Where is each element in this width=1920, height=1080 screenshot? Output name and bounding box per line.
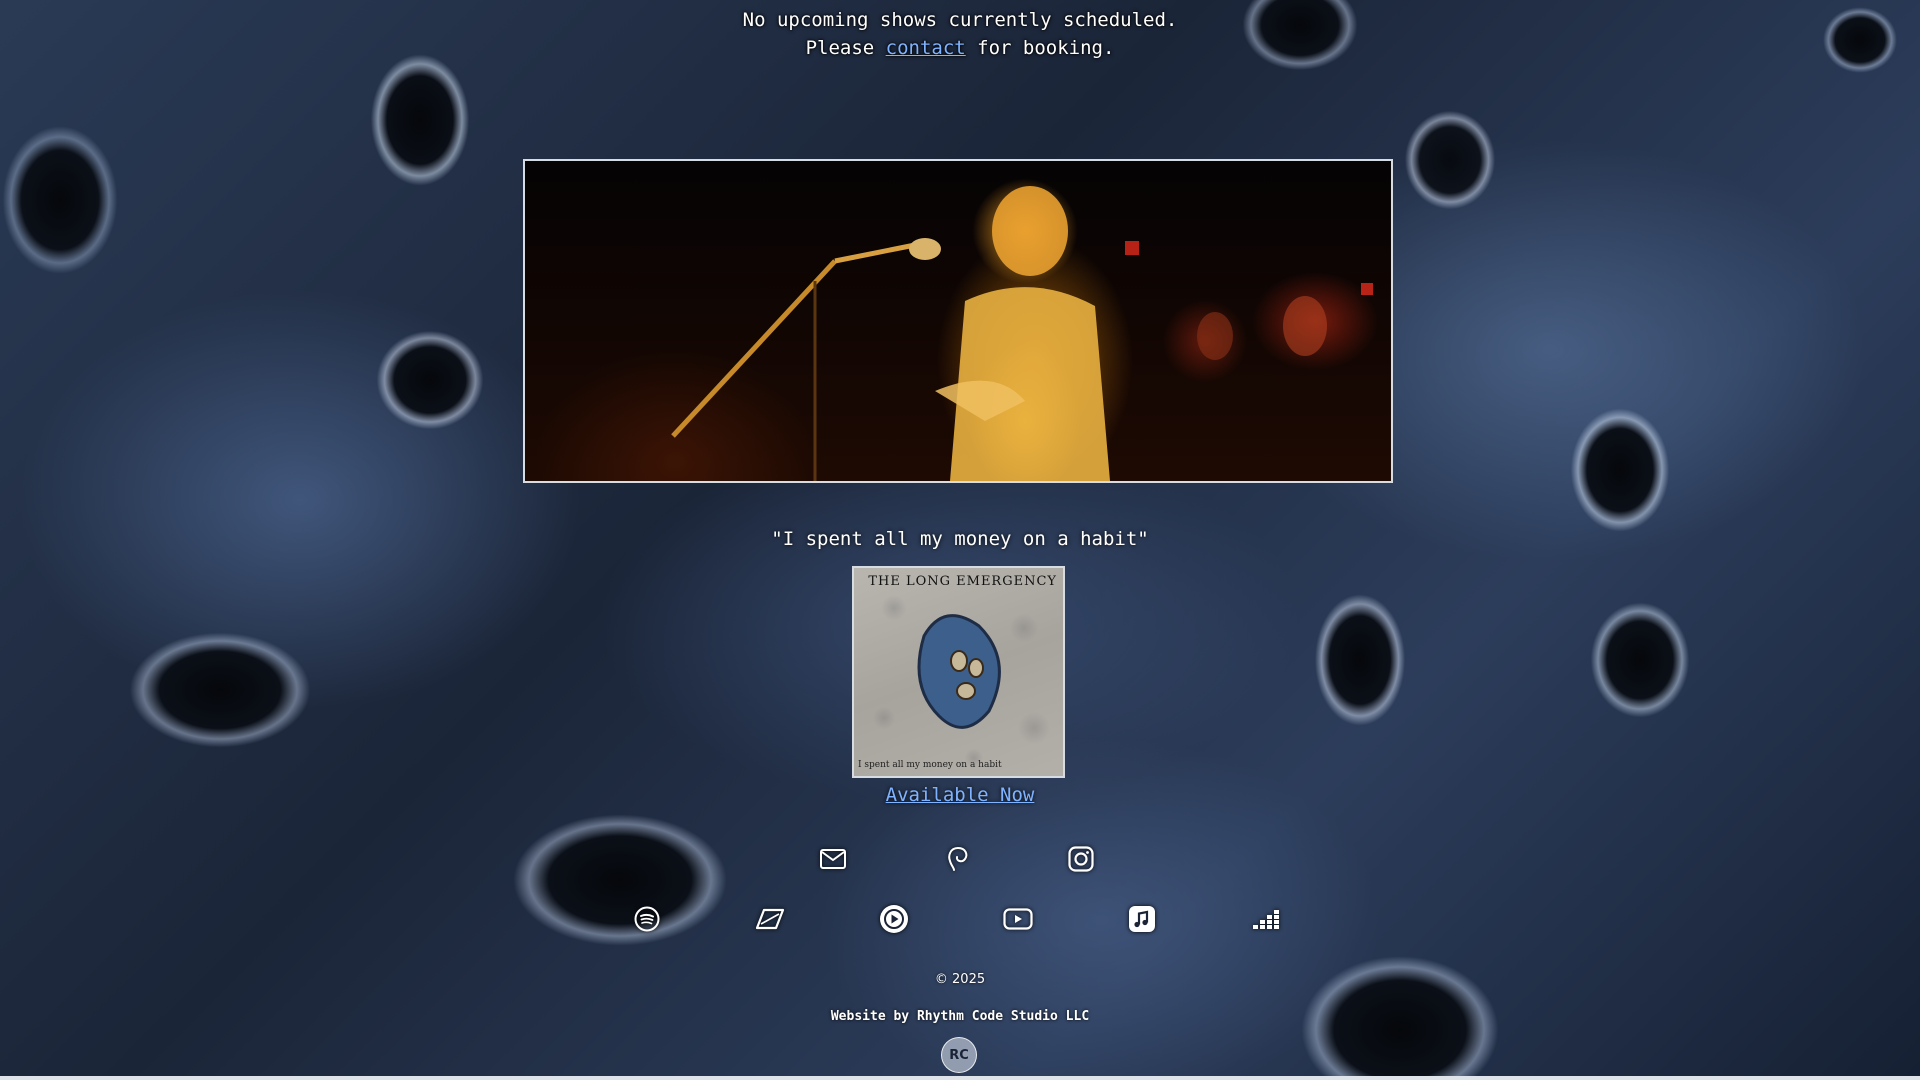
- album-cover-image[interactable]: THE LONG EMERGENCY I spent all my money …: [852, 566, 1065, 778]
- release-title: "I spent all my money on a habit": [771, 528, 1149, 550]
- hero-performance-image: [523, 159, 1393, 483]
- studio-logo-icon[interactable]: RC: [941, 1037, 977, 1073]
- instagram-icon[interactable]: [1066, 844, 1096, 874]
- booking-line: Please contact for booking.: [0, 34, 1920, 62]
- studio-credit-link[interactable]: Website by Rhythm Code Studio LLC: [831, 1009, 1089, 1024]
- youtube-icon[interactable]: [1003, 904, 1033, 934]
- available-now-link[interactable]: Available Now: [886, 784, 1035, 806]
- studio-logo-text: RC: [949, 1047, 969, 1063]
- threads-icon[interactable]: [943, 844, 973, 874]
- album-mask-illustration: [917, 614, 1001, 729]
- booking-prefix: Please: [805, 37, 886, 59]
- booking-suffix: for booking.: [965, 37, 1115, 59]
- site-credit: Website by Rhythm Code Studio LLC: [0, 1009, 1920, 1024]
- available-now-container: Available Now: [0, 784, 1920, 806]
- bottom-divider: [0, 1076, 1920, 1080]
- tidal-icon[interactable]: [755, 904, 785, 934]
- music-play-icon[interactable]: [879, 904, 909, 934]
- deezer-icon[interactable]: [1252, 904, 1282, 934]
- shows-notice: No upcoming shows currently scheduled. P…: [0, 6, 1920, 62]
- no-shows-text: No upcoming shows currently scheduled.: [742, 9, 1178, 31]
- spotify-icon[interactable]: [632, 904, 662, 934]
- apple-music-icon[interactable]: [1127, 904, 1157, 934]
- contact-link[interactable]: contact: [886, 37, 966, 59]
- performer-illustration: [671, 186, 1373, 481]
- album-band-name: THE LONG EMERGENCY: [868, 574, 1057, 589]
- copyright-text: © 2025: [934, 972, 986, 987]
- email-icon[interactable]: [818, 844, 848, 874]
- album-subtitle: I spent all my money on a habit: [858, 760, 1002, 770]
